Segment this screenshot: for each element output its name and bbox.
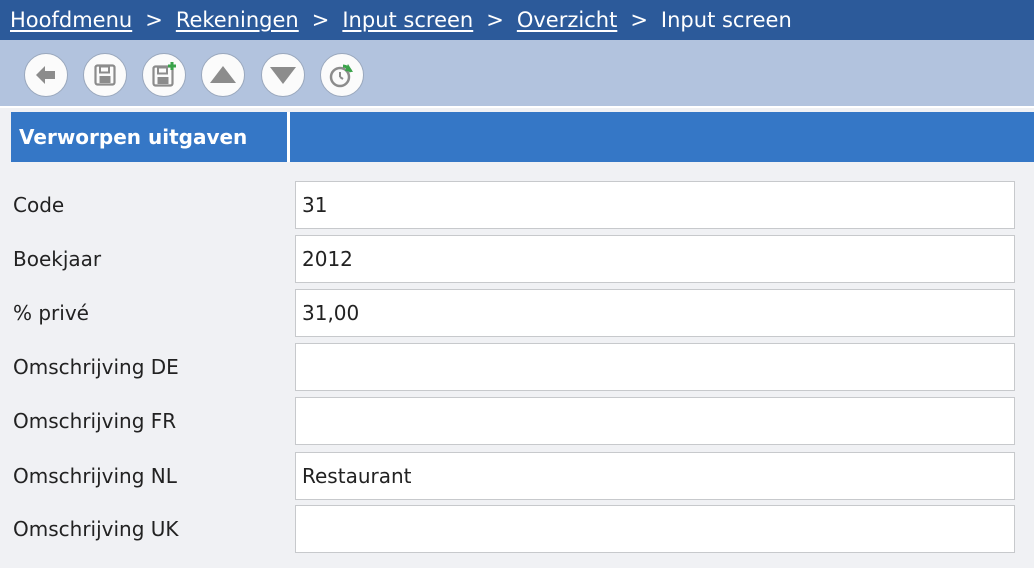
form-row-omschrijving-nl: Omschrijving NL	[0, 452, 1034, 500]
form-row-omschrijving-uk: Omschrijving UK	[0, 505, 1034, 553]
code-label: Code	[13, 193, 65, 217]
back-button[interactable]	[24, 53, 68, 97]
omschrijving-fr-label: Omschrijving FR	[13, 409, 177, 433]
breadcrumb-separator: >	[145, 8, 163, 32]
save-new-icon	[152, 62, 176, 87]
form-row-boekjaar: Boekjaar	[0, 235, 1034, 283]
breadcrumb-current: Input screen	[660, 8, 792, 32]
omschrijving-uk-label: Omschrijving UK	[13, 517, 179, 541]
omschrijving-nl-label: Omschrijving NL	[13, 464, 177, 488]
omschrijving-de-label: Omschrijving DE	[13, 355, 179, 379]
form-row-prive-percentage: % privé	[0, 289, 1034, 337]
breadcrumb: Hoofdmenu > Rekeningen > Input screen > …	[0, 0, 1034, 40]
omschrijving-uk-input[interactable]	[295, 505, 1015, 553]
refresh-button[interactable]	[320, 53, 364, 97]
arrow-down-icon	[270, 67, 296, 84]
breadcrumb-separator: >	[486, 8, 504, 32]
arrow-up-icon	[210, 66, 236, 83]
boekjaar-input[interactable]	[295, 235, 1015, 283]
prive-percentage-label: % privé	[13, 301, 89, 325]
form-row-omschrijving-fr: Omschrijving FR	[0, 397, 1034, 445]
save-button[interactable]	[83, 53, 127, 97]
omschrijving-fr-input[interactable]	[295, 397, 1015, 445]
move-down-button[interactable]	[261, 53, 305, 97]
breadcrumb-separator: >	[630, 8, 648, 32]
boekjaar-label: Boekjaar	[13, 247, 102, 271]
form-row-code: Code	[0, 181, 1034, 229]
breadcrumb-link-input-screen[interactable]: Input screen	[342, 8, 473, 32]
section-header: Verworpen uitgaven	[11, 112, 1034, 162]
breadcrumb-link-rekeningen[interactable]: Rekeningen	[176, 8, 299, 32]
form-row-omschrijving-de: Omschrijving DE	[0, 343, 1034, 391]
save-icon	[94, 64, 116, 86]
toolbar	[0, 40, 1034, 108]
move-up-button[interactable]	[201, 53, 245, 97]
refresh-icon	[329, 64, 353, 88]
save-and-new-button[interactable]	[142, 53, 186, 97]
breadcrumb-link-hoofdmenu[interactable]: Hoofdmenu	[10, 8, 132, 32]
back-arrow-icon	[36, 66, 55, 84]
omschrijving-nl-input[interactable]	[295, 452, 1015, 500]
prive-percentage-input[interactable]	[295, 289, 1015, 337]
breadcrumb-separator: >	[311, 8, 330, 32]
breadcrumb-link-overzicht[interactable]: Overzicht	[517, 8, 617, 32]
omschrijving-de-input[interactable]	[295, 343, 1015, 391]
code-input[interactable]	[295, 181, 1015, 229]
section-title: Verworpen uitgaven	[11, 112, 290, 162]
